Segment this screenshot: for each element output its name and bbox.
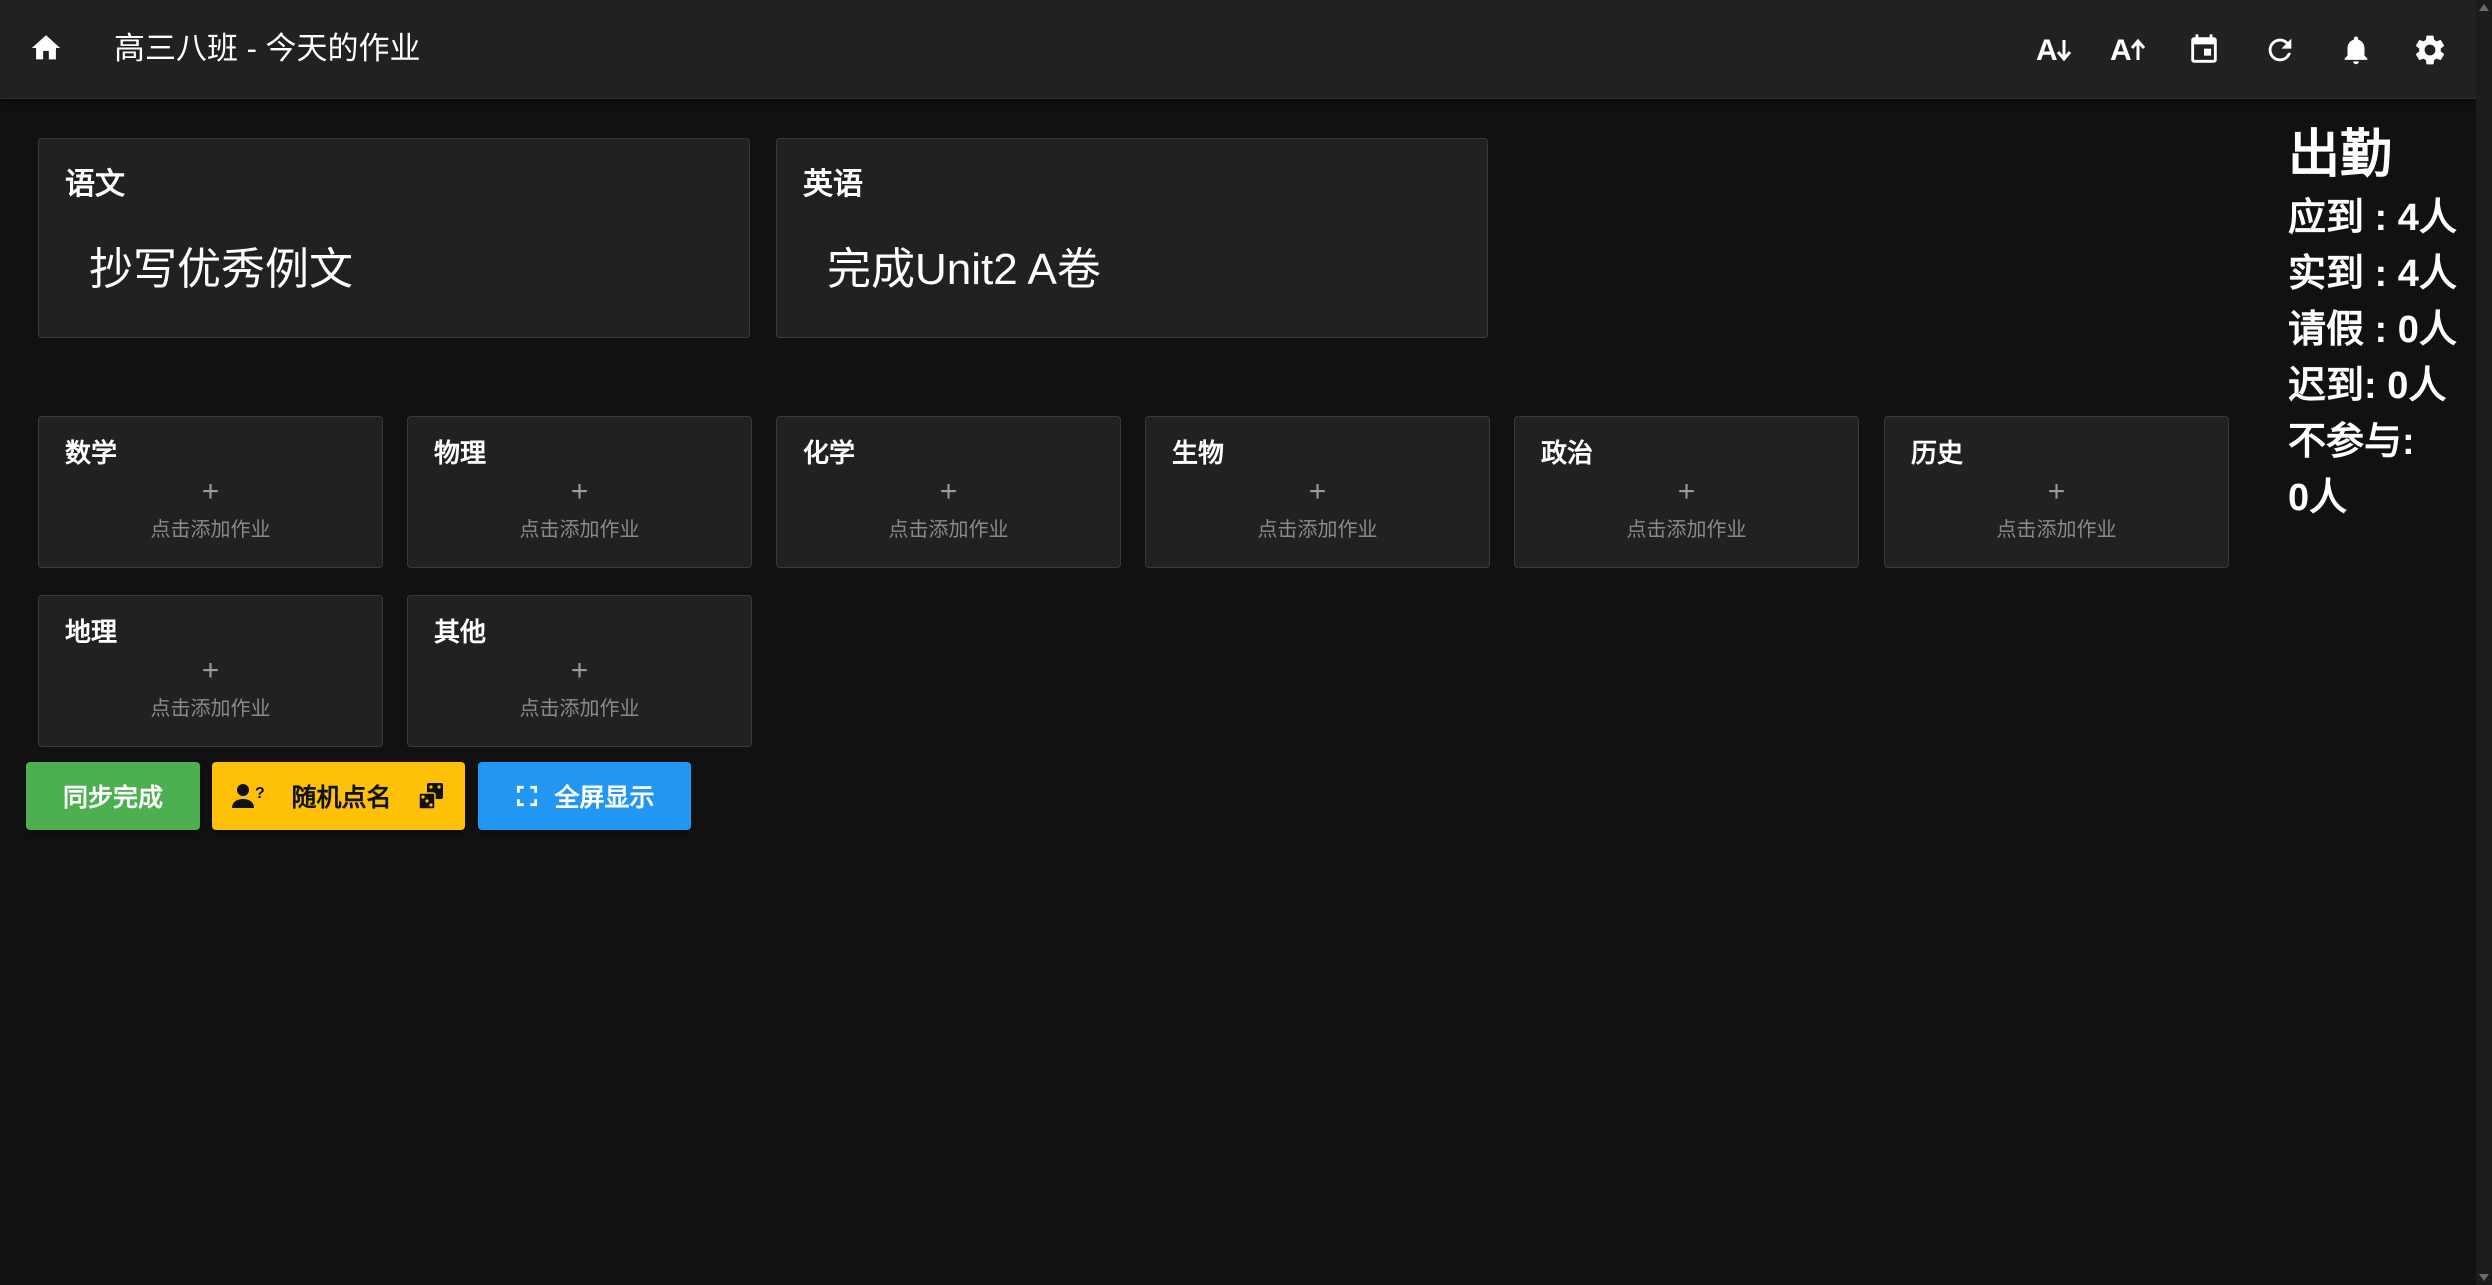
plus-icon: +: [201, 475, 220, 508]
home-icon: [31, 35, 61, 60]
calendar-icon: [2191, 34, 2217, 63]
font-decrease-icon: A: [2036, 34, 2072, 67]
attendance-title: 出勤: [2288, 126, 2393, 184]
empty-card-physics[interactable]: 物理 + 点击添加作业: [407, 416, 752, 568]
home-button[interactable]: [22, 24, 70, 72]
homework-board: 语文 抄写优秀例文 英语 完成Unit2 A卷 数学 + 点击添加作业 物理 +…: [0, 98, 2476, 1285]
svg-text:A: A: [2036, 34, 2058, 67]
card-task: 抄写优秀例文: [89, 245, 353, 294]
card-subject: 语文: [65, 168, 125, 201]
card-subject: 地理: [65, 617, 118, 647]
add-homework-label: 点击添加作业: [1626, 519, 1747, 541]
dice-icon: [418, 783, 443, 810]
add-homework-label: 点击添加作业: [1257, 519, 1378, 541]
bell-icon: [2344, 36, 2368, 65]
person-question-icon: ?: [232, 784, 265, 808]
scroll-down-arrow-icon[interactable]: [2479, 1274, 2489, 1281]
attendance-panel: 出勤 应到 : 4人 实到 : 4人 请假 : 0人 迟到: 0人 不参与: 0…: [2288, 120, 2457, 526]
empty-card-biology[interactable]: 生物 + 点击添加作业: [1145, 416, 1490, 568]
card-subject: 数学: [65, 438, 118, 468]
card-subject: 英语: [803, 168, 863, 201]
notifications-button[interactable]: [2328, 24, 2384, 76]
plus-icon: +: [1677, 475, 1696, 508]
add-homework-label: 点击添加作业: [150, 698, 271, 720]
font-increase-button[interactable]: A: [2100, 24, 2156, 76]
sync-complete-button[interactable]: 同步完成: [26, 762, 200, 830]
refresh-button[interactable]: [2252, 24, 2308, 76]
card-subject: 其他: [434, 617, 487, 647]
add-homework-label: 点击添加作业: [888, 519, 1009, 541]
empty-card-chemistry[interactable]: 化学 + 点击添加作业: [776, 416, 1121, 568]
plus-icon: +: [201, 654, 220, 687]
card-subject: 历史: [1911, 438, 1964, 468]
attendance-absent-value: 0人: [2288, 477, 2348, 519]
vertical-scrollbar[interactable]: [2476, 0, 2492, 1285]
font-decrease-button[interactable]: A: [2026, 24, 2082, 76]
empty-card-math[interactable]: 数学 + 点击添加作业: [38, 416, 383, 568]
homework-card-english[interactable]: 英语 完成Unit2 A卷: [776, 138, 1488, 338]
gear-icon: [2415, 35, 2445, 65]
page-title: 高三八班 - 今天的作业: [114, 31, 421, 66]
empty-card-other[interactable]: 其他 + 点击添加作业: [407, 595, 752, 747]
card-task: 完成Unit2 A卷: [827, 245, 1101, 294]
empty-card-politics[interactable]: 政治 + 点击添加作业: [1514, 416, 1859, 568]
attendance-late: 迟到: 0人: [2288, 365, 2447, 407]
empty-card-history[interactable]: 历史 + 点击添加作业: [1884, 416, 2229, 568]
settings-button[interactable]: [2402, 24, 2458, 76]
attendance-absent-label: 不参与:: [2288, 421, 2415, 463]
calendar-button[interactable]: [2176, 24, 2232, 76]
attendance-actual: 实到 : 4人: [2288, 253, 2457, 295]
add-homework-label: 点击添加作业: [150, 519, 271, 541]
svg-text:?: ?: [255, 785, 265, 802]
add-homework-label: 点击添加作业: [519, 519, 640, 541]
sync-complete-label: 同步完成: [62, 784, 163, 812]
card-subject: 政治: [1541, 438, 1594, 468]
homework-card-chinese[interactable]: 语文 抄写优秀例文: [38, 138, 750, 338]
top-app-bar: 高三八班 - 今天的作业 A A: [0, 0, 2476, 99]
plus-icon: +: [1308, 475, 1327, 508]
font-increase-icon: A: [2110, 34, 2146, 67]
plus-icon: +: [2047, 475, 2066, 508]
add-homework-label: 点击添加作业: [519, 698, 640, 720]
plus-icon: +: [570, 654, 589, 687]
attendance-leave: 请假 : 0人: [2288, 309, 2457, 351]
scroll-up-arrow-icon[interactable]: [2479, 4, 2489, 11]
card-subject: 物理: [434, 438, 487, 468]
svg-text:A: A: [2110, 34, 2132, 67]
attendance-expected: 应到 : 4人: [2288, 197, 2457, 239]
card-subject: 化学: [803, 438, 856, 468]
refresh-icon: [2268, 38, 2292, 62]
random-call-button[interactable]: ? 随机点名: [212, 762, 465, 830]
fullscreen-icon: [517, 785, 538, 807]
plus-icon: +: [939, 475, 958, 508]
plus-icon: +: [570, 475, 589, 508]
add-homework-label: 点击添加作业: [1996, 519, 2117, 541]
fullscreen-label: 全屏显示: [554, 784, 655, 812]
empty-card-geography[interactable]: 地理 + 点击添加作业: [38, 595, 383, 747]
random-call-label: 随机点名: [291, 784, 392, 812]
fullscreen-button[interactable]: 全屏显示: [478, 762, 691, 830]
card-subject: 生物: [1172, 438, 1225, 468]
